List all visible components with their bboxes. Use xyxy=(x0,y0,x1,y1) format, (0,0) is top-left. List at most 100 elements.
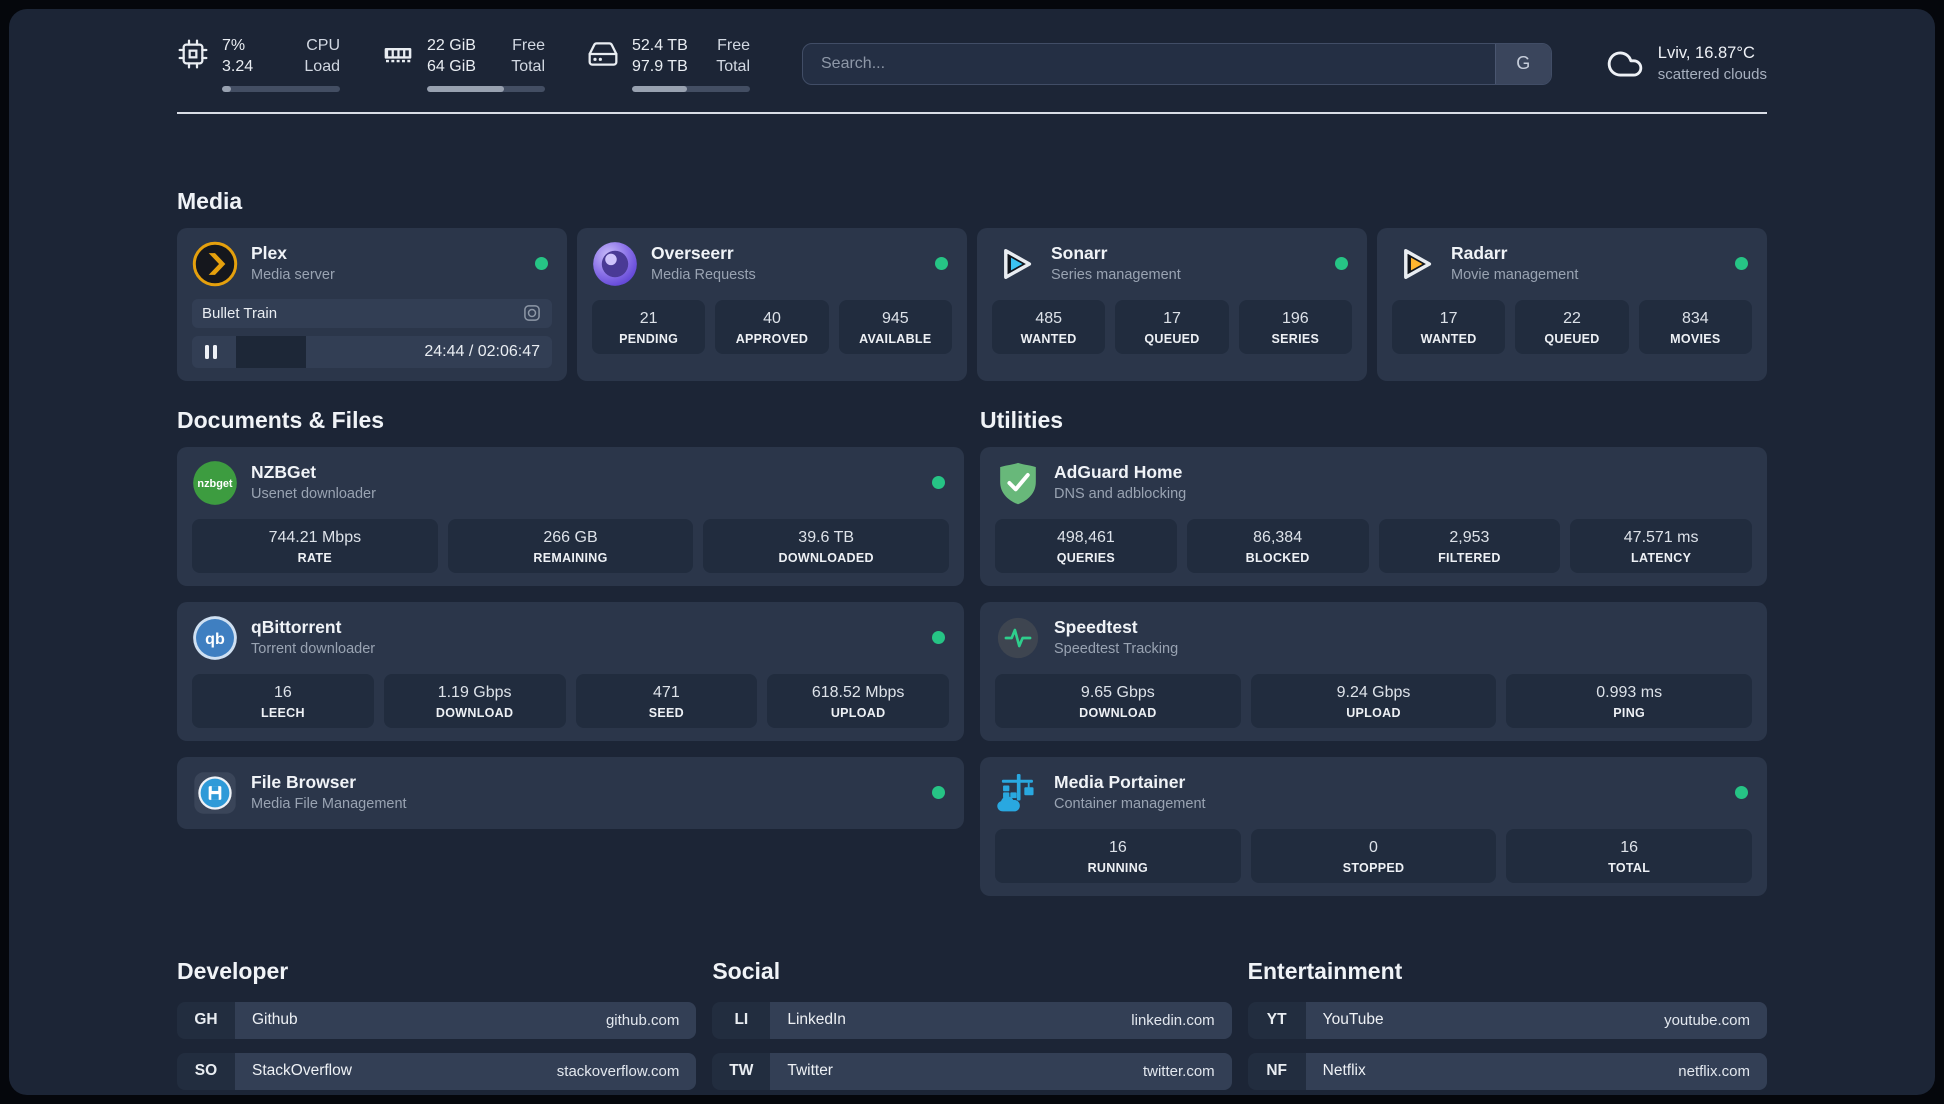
app-name: AdGuard Home xyxy=(1054,461,1183,482)
app-subtitle: Media Requests xyxy=(651,266,756,283)
stat-label: DOWNLOAD xyxy=(435,705,514,720)
app-name: Plex xyxy=(251,242,287,263)
app-name: File Browser xyxy=(251,771,357,792)
app-card-overseerr[interactable]: Overseerr Media Requests 21 PENDING 40 APP… xyxy=(577,227,967,381)
app-card-filebrowser[interactable]: File Browser Media File Management xyxy=(177,756,964,829)
disk-progress-bar xyxy=(632,85,750,92)
top-bar: 7% 3.24 CPU Load 22 GiB 64 GiB Free Tota… xyxy=(177,36,1767,92)
now-playing-progress[interactable]: 24:44 / 02:06:47 xyxy=(192,335,552,368)
cpu-label: CPU xyxy=(306,37,340,54)
stat-tile: 2,953 FILTERED xyxy=(1378,518,1561,573)
link-name: Twitter xyxy=(787,1062,833,1080)
app-card-portainer[interactable]: Media Portainer Container management 16 R… xyxy=(980,756,1767,896)
link-row-stackoverflow[interactable]: SO StackOverflow stackoverflow.com xyxy=(177,1052,697,1090)
weather-condition: scattered clouds xyxy=(1657,65,1767,83)
app-subtitle: DNS and adblocking xyxy=(1054,485,1187,502)
stat-value: 485 xyxy=(1035,309,1063,327)
stat-tile: 618.52 Mbps UPLOAD xyxy=(767,673,949,728)
screen: 7% 3.24 CPU Load 22 GiB 64 GiB Free Tota… xyxy=(0,0,1944,1104)
stat-tile: 22 QUEUED xyxy=(1515,299,1629,354)
app-card-plex[interactable]: Plex Media server Bullet Train 24:44 / 0… xyxy=(177,227,567,381)
overseerr-icon xyxy=(592,241,638,287)
app-name: Speedtest xyxy=(1054,616,1138,637)
stat-label: QUEUED xyxy=(1544,331,1600,346)
stat-tile: 16 TOTAL xyxy=(1506,828,1753,883)
stat-value: 0 xyxy=(1369,838,1378,856)
app-name: NZBGet xyxy=(251,461,317,482)
stat-tile: 39.6 TB DOWNLOADED xyxy=(703,518,950,573)
qbittorrent-icon: qb xyxy=(192,615,238,661)
link-row-youtube[interactable]: YT YouTube youtube.com xyxy=(1247,1001,1767,1039)
svg-text:qb: qb xyxy=(205,629,225,647)
status-dot xyxy=(932,476,945,490)
stat-label: LATENCY xyxy=(1631,550,1692,565)
stat-value: 2,953 xyxy=(1449,528,1490,546)
section-title-documents: Documents & Files xyxy=(177,406,385,433)
stat-label: MOVIES xyxy=(1670,331,1721,346)
stat-label: AVAILABLE xyxy=(859,331,932,346)
section-title-developer: Developer xyxy=(177,957,289,984)
link-row-github[interactable]: GH Github github.com xyxy=(177,1001,697,1039)
app-card-radarr[interactable]: Radarr Movie management 17 WANTED 22 QUEUE… xyxy=(1377,227,1767,381)
search-provider-button[interactable]: G xyxy=(1494,43,1551,84)
cpu-load-value: 3.24 xyxy=(222,57,254,75)
stat-tile: 471 SEED xyxy=(575,673,758,728)
stat-value: 40 xyxy=(763,309,781,327)
ram-progress-fill xyxy=(427,85,504,92)
stat-value: 744.21 Mbps xyxy=(268,528,362,546)
stat-tile: 17 WANTED xyxy=(1392,299,1506,354)
section-title-entertainment: Entertainment xyxy=(1247,957,1403,984)
app-card-nzbget[interactable]: nzbget NZBGet Usenet downloader 744.21 M… xyxy=(177,446,964,586)
app-card-sonarr[interactable]: Sonarr Series management 485 WANTED 17 QUE… xyxy=(977,227,1367,381)
app-subtitle: Speedtest Tracking xyxy=(1054,640,1179,657)
link-row-twitter[interactable]: TW Twitter twitter.com xyxy=(712,1052,1232,1090)
link-abbr: GH xyxy=(177,1001,235,1039)
ram-total-label: Total xyxy=(511,57,545,75)
stat-label: SERIES xyxy=(1271,331,1320,346)
stat-value: 266 GB xyxy=(543,528,598,546)
cpu-icon xyxy=(177,38,209,70)
nzbget-icon: nzbget xyxy=(192,460,238,506)
ram-icon xyxy=(382,38,414,70)
app-card-adguard[interactable]: AdGuard Home DNS and adblocking 498,461 Q… xyxy=(980,446,1767,586)
pause-icon[interactable] xyxy=(205,344,217,359)
disk-free-label: Free xyxy=(717,37,750,54)
app-name: Media Portainer xyxy=(1054,771,1186,792)
portainer-icon xyxy=(995,770,1041,816)
system-stats: 7% 3.24 CPU Load 22 GiB 64 GiB Free Tota… xyxy=(177,36,750,92)
link-row-linkedin[interactable]: LI LinkedIn linkedin.com xyxy=(712,1001,1232,1039)
cpu-progress-fill xyxy=(222,85,232,92)
stat-value: 471 xyxy=(653,683,680,701)
app-name: qBittorrent xyxy=(251,616,342,637)
search-input[interactable] xyxy=(803,43,1495,84)
stat-tile: 1.19 Gbps DOWNLOAD xyxy=(383,673,566,728)
link-row-netflix[interactable]: NF Netflix netflix.com xyxy=(1247,1052,1767,1090)
disk-total-value: 97.9 TB xyxy=(632,57,688,75)
stat-tile: 945 AVAILABLE xyxy=(838,299,952,354)
link-name: StackOverflow xyxy=(252,1062,352,1080)
ram-free-label: Free xyxy=(512,37,545,54)
stat-value: 47.571 ms xyxy=(1623,528,1699,546)
stat-tile: 86,384 BLOCKED xyxy=(1186,518,1369,573)
link-name: Github xyxy=(252,1011,298,1029)
stat-label: PENDING xyxy=(619,331,679,346)
ram-stat: 22 GiB 64 GiB Free Total xyxy=(382,36,545,92)
stat-tile: 9.24 Gbps UPLOAD xyxy=(1250,673,1497,728)
app-card-speedtest[interactable]: Speedtest Speedtest Tracking 9.65 Gbps DO… xyxy=(980,601,1767,741)
svg-text:nzbget: nzbget xyxy=(197,478,233,490)
stat-tile: 266 GB REMAINING xyxy=(447,518,694,573)
session-settings-icon[interactable] xyxy=(522,303,542,323)
stat-tile: 0 STOPPED xyxy=(1250,828,1497,883)
app-card-qbittorrent[interactable]: qb qBittorrent Torrent downloader 16 LEEC… xyxy=(177,601,964,741)
now-playing-time: 24:44 / 02:06:47 xyxy=(424,342,540,360)
stat-label: TOTAL xyxy=(1608,860,1651,875)
status-dot xyxy=(1735,257,1748,271)
cpu-progress-bar xyxy=(222,85,340,92)
stat-tile: 21 PENDING xyxy=(592,299,706,354)
stat-label: DOWNLOADED xyxy=(778,550,874,565)
stat-value: 945 xyxy=(881,309,909,327)
stat-value: 39.6 TB xyxy=(798,528,855,546)
app-subtitle: Container management xyxy=(1054,795,1206,812)
stat-value: 498,461 xyxy=(1056,528,1115,546)
app-name: Sonarr xyxy=(1051,242,1108,263)
